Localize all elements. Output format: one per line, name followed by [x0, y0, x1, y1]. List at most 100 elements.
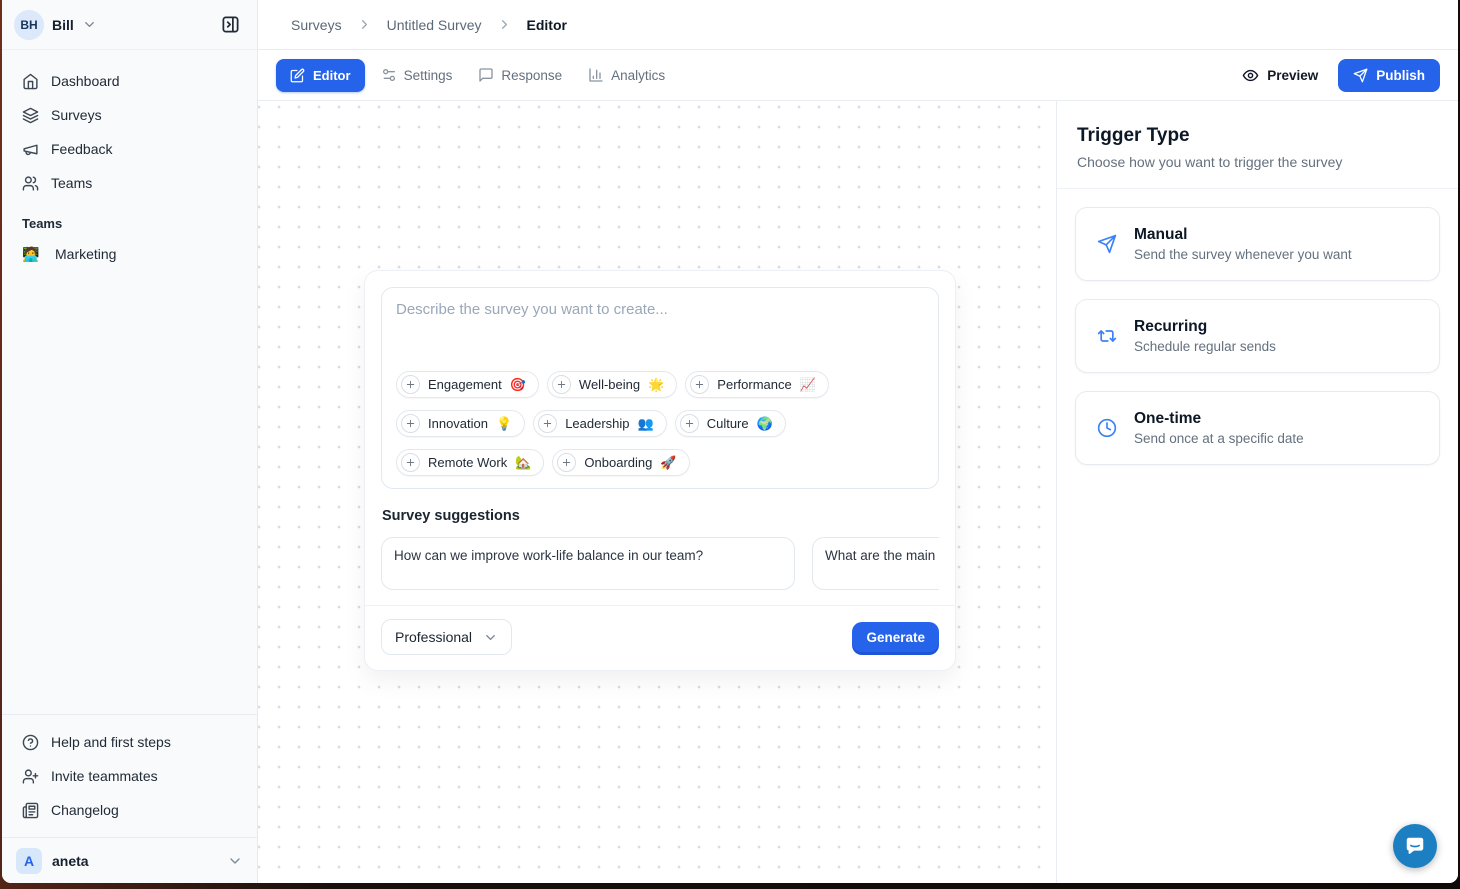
sidebar: BH Bill Dashboard Surv: [2, 0, 258, 883]
tab-label: Editor: [313, 68, 351, 83]
panel-subtitle: Choose how you want to trigger the surve…: [1077, 154, 1438, 170]
chip-label: Innovation: [428, 416, 488, 431]
sidebar-footer-nav: Help and first steps Invite teammates Ch…: [2, 714, 257, 837]
sidebar-item-team-marketing[interactable]: 🧑‍💻 Marketing: [14, 237, 245, 271]
chip-label: Culture: [707, 416, 749, 431]
sidebar-item-teams[interactable]: Teams: [14, 166, 245, 200]
team-emoji: 🧑‍💻: [22, 246, 39, 263]
trigger-option-title: Manual: [1134, 226, 1352, 244]
plus-icon: [538, 414, 557, 433]
settings-icon: [381, 67, 397, 83]
topic-chip-engagement[interactable]: Engagement 🎯: [396, 371, 539, 398]
topic-chip-well-being[interactable]: Well-being 🌟: [547, 371, 677, 398]
plus-icon: [680, 414, 699, 433]
trigger-option-manual[interactable]: Manual Send the survey whenever you want: [1075, 207, 1440, 281]
plus-icon: [557, 453, 576, 472]
trigger-option-recurring[interactable]: Recurring Schedule regular sends: [1075, 299, 1440, 373]
chat-bubble-icon: [1404, 835, 1426, 857]
trigger-option-description: Send the survey whenever you want: [1134, 247, 1352, 262]
chat-launcher-button[interactable]: [1393, 824, 1437, 868]
message-square-icon: [478, 67, 494, 83]
sidebar-item-dashboard[interactable]: Dashboard: [14, 64, 245, 98]
suggestions-title: Survey suggestions: [382, 508, 939, 524]
workspace-switcher[interactable]: BH Bill: [2, 0, 257, 50]
sidebar-item-help[interactable]: Help and first steps: [14, 725, 245, 759]
topic-chip-innovation[interactable]: Innovation 💡: [396, 410, 525, 437]
prompt-card-footer: Professional Generate: [365, 605, 955, 670]
newspaper-icon: [22, 802, 39, 819]
suggestion-card[interactable]: How can we improve work-life balance in …: [381, 537, 795, 590]
suggestions-row: How can we improve work-life balance in …: [381, 537, 939, 590]
tab-response[interactable]: Response: [468, 59, 572, 92]
account-menu[interactable]: A aneta: [2, 837, 257, 883]
breadcrumb-item-surveys[interactable]: Surveys: [291, 17, 342, 33]
chip-emoji: 🌟: [648, 377, 664, 393]
user-plus-icon: [22, 768, 39, 785]
sidebar-item-surveys[interactable]: Surveys: [14, 98, 245, 132]
topic-chip-leadership[interactable]: Leadership 👥: [533, 410, 667, 437]
generate-button[interactable]: Generate: [852, 622, 939, 652]
tab-label: Settings: [404, 68, 453, 83]
breadcrumb-item-current: Editor: [527, 17, 567, 33]
home-icon: [22, 73, 39, 90]
topic-chips: Engagement 🎯 Well-being 🌟 Performance: [396, 363, 924, 476]
send-icon: [1097, 234, 1117, 254]
chip-emoji: 🏡: [515, 455, 531, 471]
suggestion-card[interactable]: What are the main ob: [812, 537, 939, 590]
ai-prompt-card: Engagement 🎯 Well-being 🌟 Performance: [364, 270, 956, 671]
sidebar-item-label: Teams: [51, 175, 92, 191]
breadcrumb-item-survey-name[interactable]: Untitled Survey: [387, 17, 482, 33]
chevron-down-icon: [227, 853, 243, 869]
chip-label: Well-being: [579, 377, 640, 392]
sidebar-item-label: Invite teammates: [51, 768, 158, 784]
chip-label: Leadership: [565, 416, 629, 431]
tone-select[interactable]: Professional: [381, 619, 512, 655]
workspace-avatar: BH: [14, 10, 44, 40]
account-avatar: A: [16, 848, 42, 874]
plus-icon: [401, 375, 420, 394]
topic-chip-remote-work[interactable]: Remote Work 🏡: [396, 449, 544, 476]
survey-canvas[interactable]: Engagement 🎯 Well-being 🌟 Performance: [258, 101, 1056, 883]
trigger-option-one-time[interactable]: One-time Send once at a specific date: [1075, 391, 1440, 465]
topic-chip-culture[interactable]: Culture 🌍: [675, 410, 786, 437]
plus-icon: [552, 375, 571, 394]
prompt-box: Engagement 🎯 Well-being 🌟 Performance: [381, 287, 939, 489]
tab-label: Response: [501, 68, 562, 83]
topic-chip-onboarding[interactable]: Onboarding 🚀: [552, 449, 689, 476]
sidebar-item-invite[interactable]: Invite teammates: [14, 759, 245, 793]
publish-button[interactable]: Publish: [1338, 59, 1440, 92]
chip-emoji: 👥: [638, 416, 654, 432]
main-area: Surveys Untitled Survey Editor Editor: [258, 0, 1458, 883]
team-name: Marketing: [55, 246, 116, 262]
tab-label: Analytics: [611, 68, 665, 83]
chevron-down-icon: [483, 630, 498, 645]
sidebar-item-feedback[interactable]: Feedback: [14, 132, 245, 166]
editor-toolbar: Editor Settings Response Analytics: [258, 50, 1458, 101]
account-name: aneta: [52, 853, 89, 869]
chip-label: Remote Work: [428, 455, 507, 470]
survey-prompt-input[interactable]: [396, 301, 924, 363]
preview-button[interactable]: Preview: [1242, 67, 1318, 84]
tab-settings[interactable]: Settings: [371, 59, 463, 92]
tone-selected-value: Professional: [395, 629, 472, 645]
users-icon: [22, 175, 39, 192]
workspace-name: Bill: [52, 17, 74, 33]
chip-label: Engagement: [428, 377, 502, 392]
panel-toggle-icon: [221, 15, 240, 34]
teams-section-label: Teams: [22, 216, 237, 231]
trigger-option-description: Send once at a specific date: [1134, 431, 1304, 446]
sidebar-item-changelog[interactable]: Changelog: [14, 793, 245, 827]
eye-icon: [1242, 67, 1259, 84]
sidebar-collapse-button[interactable]: [215, 10, 245, 40]
clock-icon: [1097, 418, 1117, 438]
sidebar-spacer: [2, 271, 257, 714]
plus-icon: [401, 453, 420, 472]
trigger-type-panel: Trigger Type Choose how you want to trig…: [1056, 101, 1458, 883]
sidebar-nav: Dashboard Surveys Feedback Teams: [2, 50, 257, 271]
tab-editor[interactable]: Editor: [276, 59, 365, 92]
trigger-panel-header: Trigger Type Choose how you want to trig…: [1057, 101, 1458, 189]
preview-label: Preview: [1267, 68, 1318, 83]
chip-emoji: 🚀: [660, 455, 676, 471]
topic-chip-performance[interactable]: Performance 📈: [685, 371, 829, 398]
tab-analytics[interactable]: Analytics: [578, 59, 675, 92]
